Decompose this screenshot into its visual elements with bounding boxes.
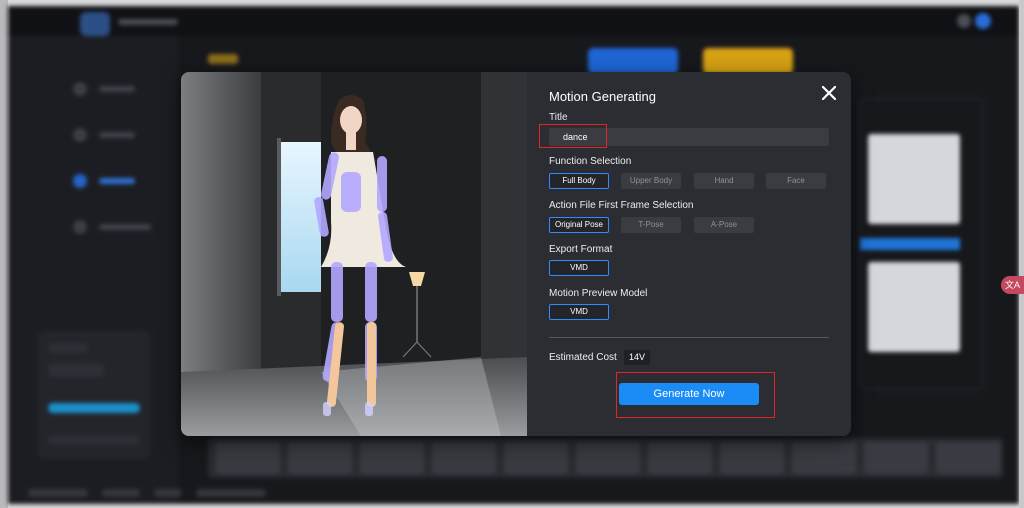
option-upper-body[interactable]: Upper Body [621, 173, 681, 189]
sidebar-item [73, 220, 153, 234]
bg-bottom-tabs [28, 484, 280, 502]
avatar [975, 13, 991, 29]
export-format-label: Export Format [549, 244, 613, 255]
sidebar-item-active [73, 174, 153, 188]
sidebar-item [73, 128, 153, 142]
function-selection-label: Function Selection [549, 156, 632, 167]
dialog-title: Motion Generating [549, 89, 656, 104]
estimated-cost-value: 14V [624, 350, 651, 365]
option-export-vmd[interactable]: VMD [549, 260, 609, 276]
divider [549, 337, 829, 338]
bg-thumbnail [868, 134, 960, 224]
option-full-body[interactable]: Full Body [549, 173, 609, 189]
option-face[interactable]: Face [766, 173, 826, 189]
first-frame-selection-label: Action File First Frame Selection [549, 200, 694, 211]
motion-preview-model-label: Motion Preview Model [549, 288, 648, 299]
motion-preview-image [181, 72, 527, 436]
bg-tab [208, 54, 238, 64]
notification-icon [957, 14, 971, 28]
motion-form: Motion Generating Title Function Selecti… [527, 72, 851, 436]
close-icon[interactable] [819, 83, 839, 103]
desktop-right-strip [1019, 0, 1024, 508]
motion-generating-dialog: Motion Generating Title Function Selecti… [181, 72, 851, 436]
app-brand [118, 19, 178, 25]
estimated-cost-label: Estimated Cost [549, 352, 617, 363]
bg-tab-yellow [703, 48, 793, 74]
sidebar-item [73, 82, 153, 96]
option-hand[interactable]: Hand [694, 173, 754, 189]
option-a-pose[interactable]: A-Pose [694, 217, 754, 233]
pose-preview-illustration [181, 72, 527, 436]
desktop-left-strip [0, 0, 8, 508]
option-preview-vmd[interactable]: VMD [549, 304, 609, 320]
app-logo-icon [80, 12, 110, 36]
bg-thumbnail [868, 262, 960, 352]
bg-tab-blue [588, 48, 678, 74]
title-input[interactable] [549, 128, 829, 146]
sidebar-card [38, 331, 150, 459]
bg-selected-bar [860, 238, 960, 250]
option-original-pose[interactable]: Original Pose [549, 217, 609, 233]
bg-filmstrip [208, 438, 1003, 478]
translate-icon[interactable]: 文A [1001, 276, 1024, 294]
option-t-pose[interactable]: T-Pose [621, 217, 681, 233]
generate-now-button[interactable]: Generate Now [619, 383, 759, 405]
title-label: Title [549, 112, 568, 123]
